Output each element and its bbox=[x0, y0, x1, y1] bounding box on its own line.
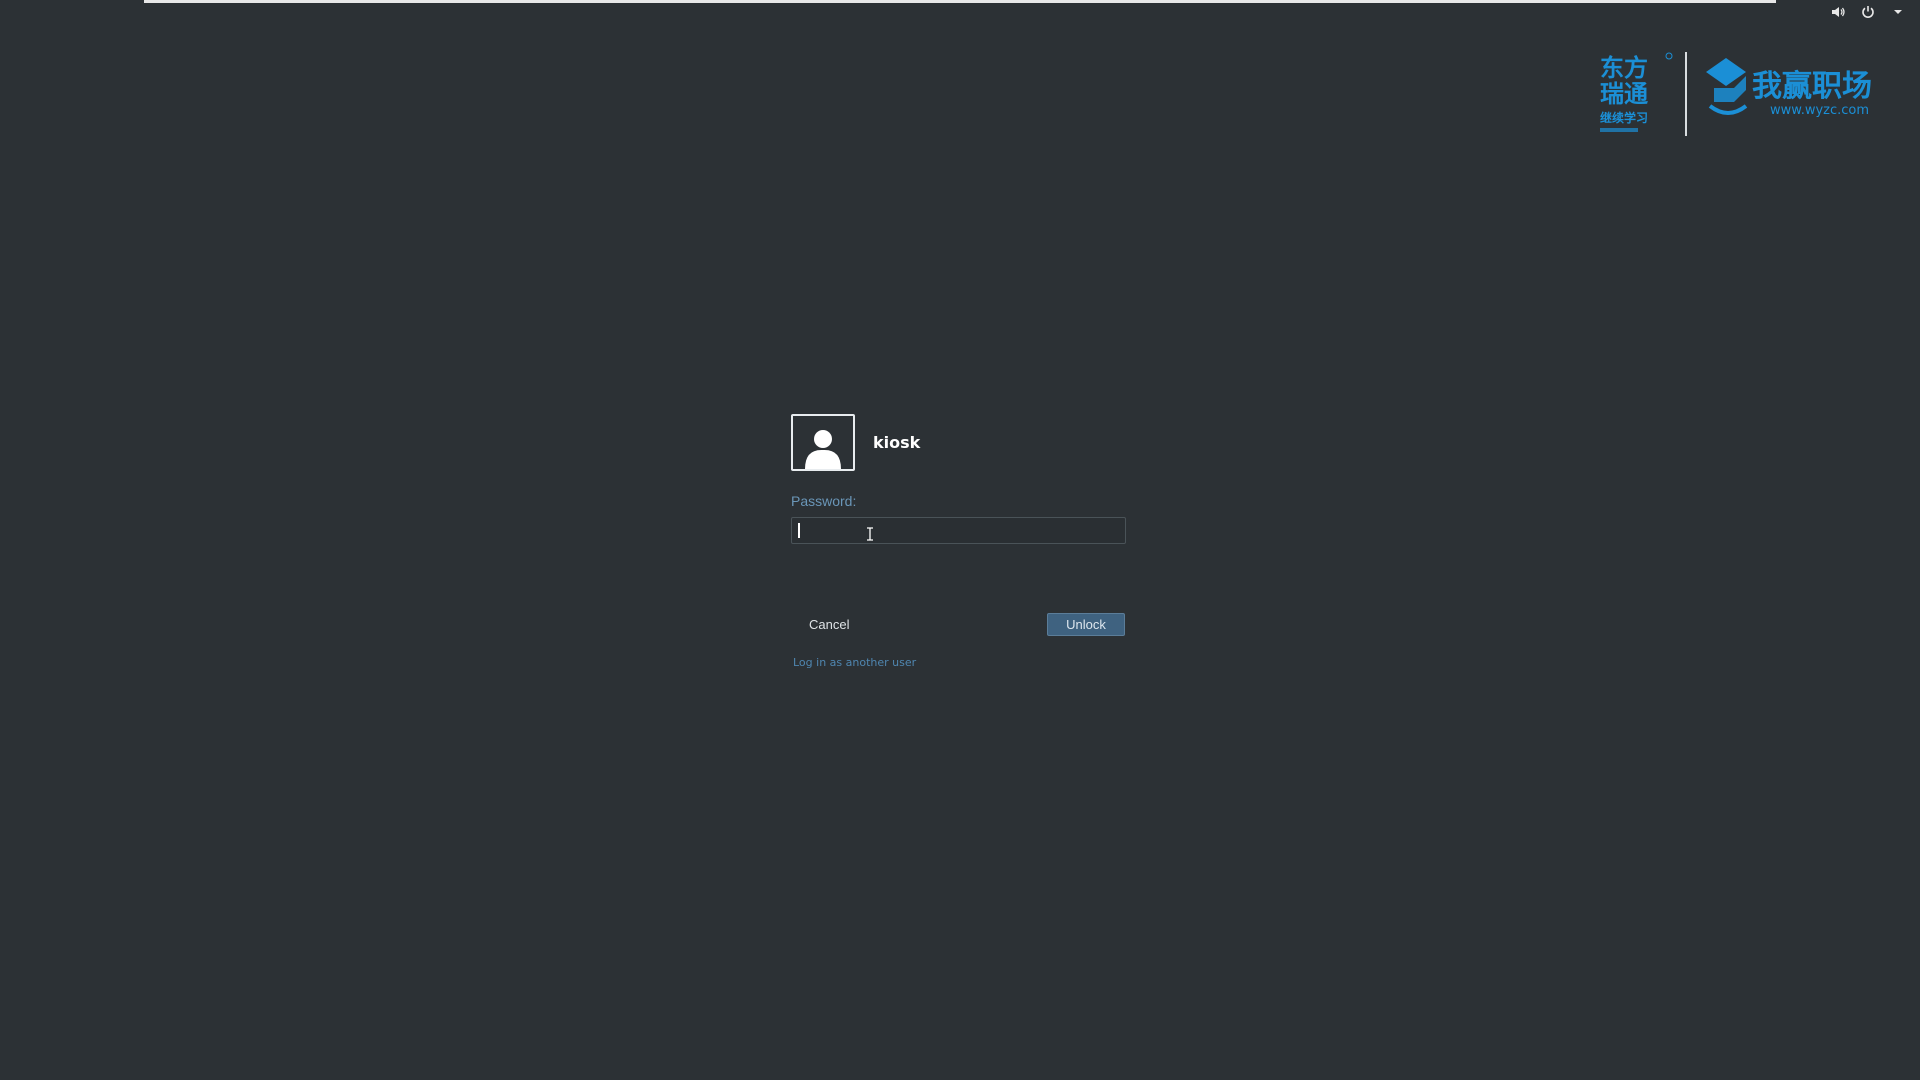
svg-text:瑞通: 瑞通 bbox=[1600, 80, 1648, 108]
ibeam-cursor-icon bbox=[867, 527, 873, 541]
system-status-area[interactable] bbox=[1830, 2, 1906, 22]
username-label: kiosk bbox=[873, 433, 921, 452]
svg-text:我赢职场: 我赢职场 bbox=[1752, 69, 1872, 104]
button-row: Cancel Unlock bbox=[791, 613, 1128, 638]
top-strip bbox=[144, 0, 1776, 3]
user-row: kiosk bbox=[791, 414, 1128, 471]
unlock-button[interactable]: Unlock bbox=[1047, 613, 1125, 636]
power-icon[interactable] bbox=[1860, 4, 1876, 20]
dongfang-ruitong-logo: 东方 瑞通 继续学习 bbox=[1598, 52, 1674, 138]
wyzc-logo: 我赢职场 www.wyzc.com bbox=[1706, 54, 1886, 126]
cancel-button[interactable]: Cancel bbox=[809, 617, 849, 632]
unlock-dialog: kiosk Password: Cancel Unlock Log in as … bbox=[791, 414, 1128, 669]
password-label: Password: bbox=[791, 493, 857, 509]
lock-screen: 东方 瑞通 继续学习 我赢职场 www.wyzc.com kiosk Passw… bbox=[0, 0, 1920, 1080]
dropdown-arrow-icon[interactable] bbox=[1890, 4, 1906, 20]
user-silhouette-icon bbox=[805, 430, 841, 469]
password-input[interactable] bbox=[791, 517, 1126, 544]
user-avatar bbox=[791, 414, 855, 471]
svg-text:继续学习: 继续学习 bbox=[1600, 110, 1648, 125]
logo-divider bbox=[1685, 52, 1687, 136]
volume-icon[interactable] bbox=[1830, 4, 1846, 20]
svg-text:东方: 东方 bbox=[1600, 54, 1648, 82]
svg-text:www.wyzc.com: www.wyzc.com bbox=[1770, 103, 1869, 118]
text-caret bbox=[798, 523, 800, 538]
log-in-as-another-user-link[interactable]: Log in as another user bbox=[793, 656, 1128, 669]
branding-logos: 东方 瑞通 继续学习 我赢职场 www.wyzc.com bbox=[1598, 52, 1888, 138]
